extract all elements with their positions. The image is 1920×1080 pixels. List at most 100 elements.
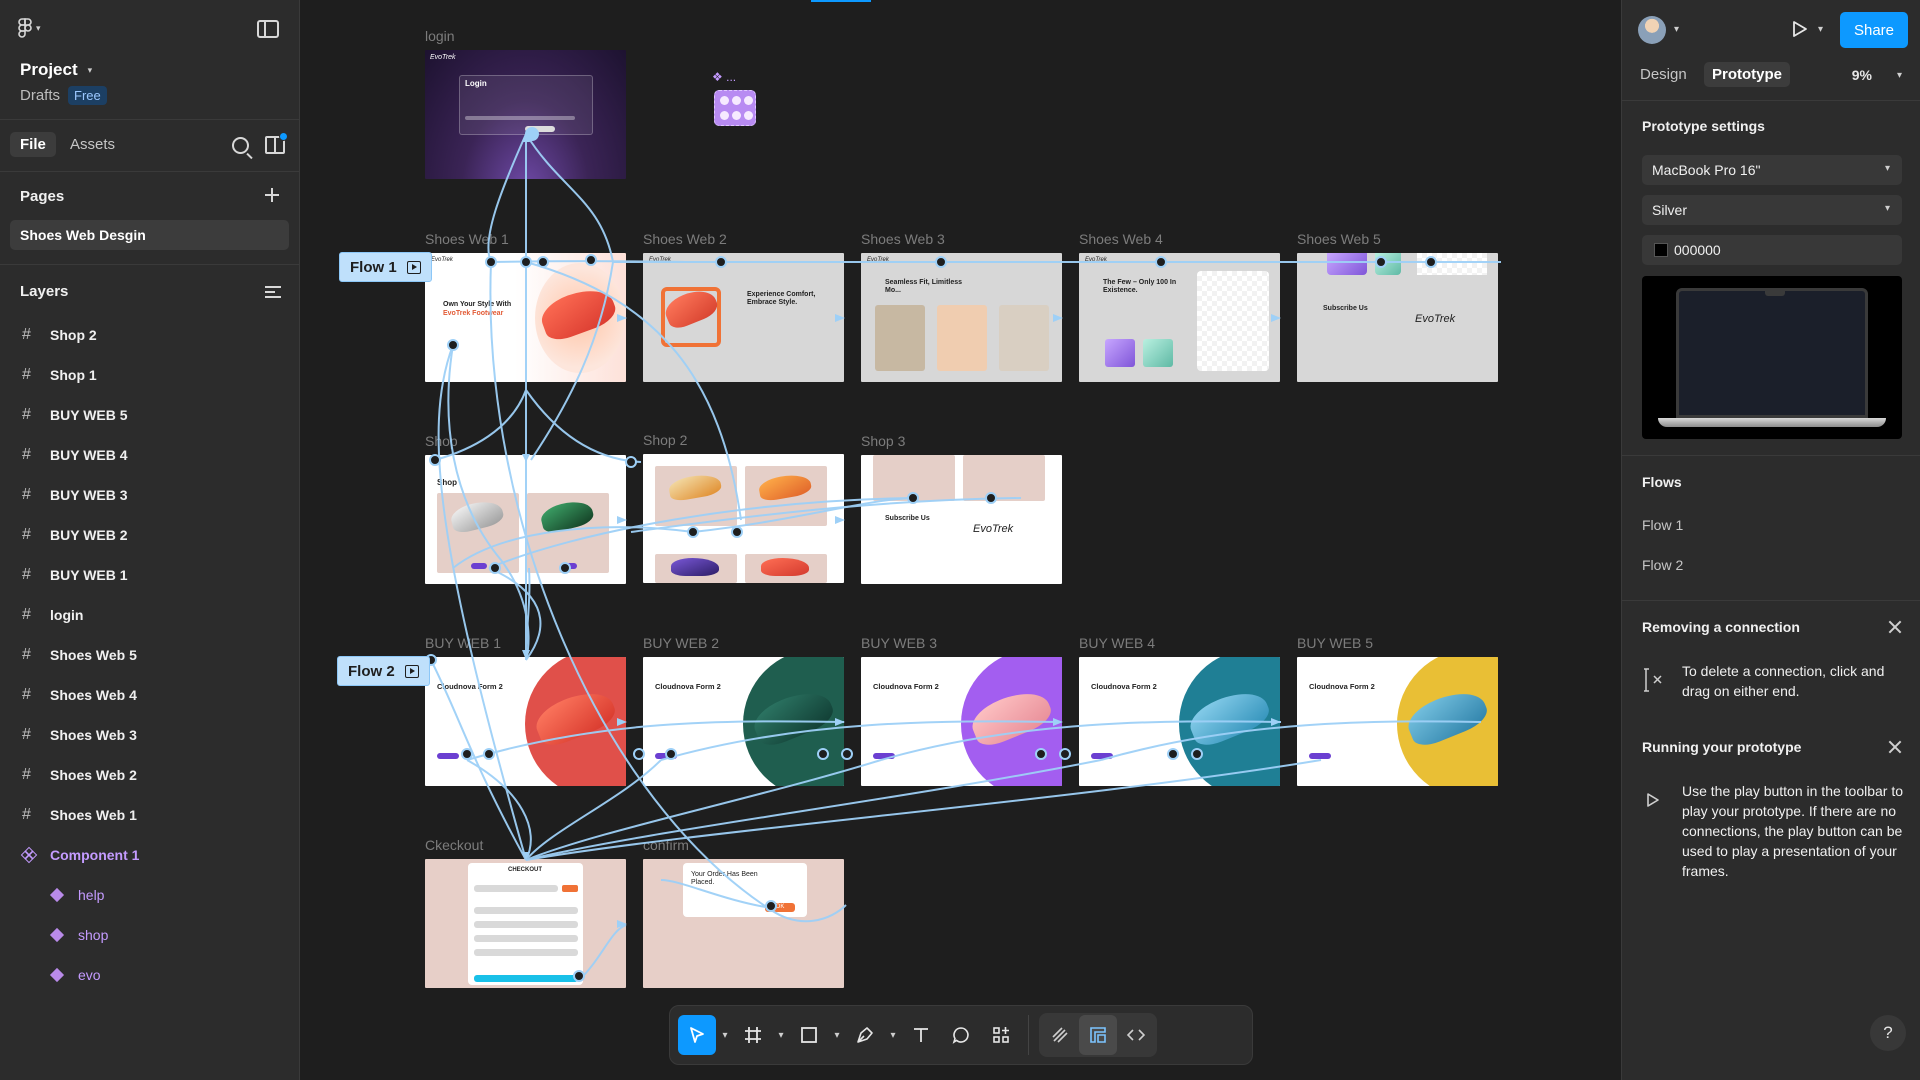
- comment-tool-button[interactable]: [942, 1015, 980, 1055]
- layer-label: Shoes Web 4: [50, 687, 137, 703]
- frame-icon: #: [22, 526, 31, 543]
- background-hex-value[interactable]: 000000: [1674, 242, 1721, 258]
- close-icon[interactable]: [1888, 740, 1902, 754]
- flow-list-item[interactable]: Flow 2: [1642, 557, 1683, 573]
- prototype-connections: [425, 127, 1501, 982]
- present-flow-icon[interactable]: [406, 260, 421, 274]
- chevron-down-icon[interactable]: ▾: [886, 1030, 900, 1041]
- sidebar-toggle-icon[interactable]: [257, 20, 279, 38]
- layer-label: Shop 1: [50, 367, 97, 383]
- frame-icon: #: [22, 646, 31, 663]
- layer-item[interactable]: # Shop 2: [0, 315, 299, 355]
- draw-mode-button[interactable]: [1041, 1015, 1079, 1055]
- device-select[interactable]: MacBook Pro 16" ▾: [1642, 155, 1902, 185]
- chevron-down-icon[interactable]: ▾: [830, 1030, 844, 1041]
- layer-label: Shoes Web 1: [50, 807, 137, 823]
- frame-icon: #: [22, 766, 31, 783]
- frame-icon: #: [22, 726, 31, 743]
- background-color-field[interactable]: 000000: [1642, 235, 1902, 265]
- move-tool-button[interactable]: [678, 1015, 716, 1055]
- frame-icon: #: [22, 406, 31, 423]
- flow-1-start[interactable]: Flow 1: [339, 252, 432, 282]
- layer-item[interactable]: # login: [0, 595, 299, 635]
- component-instance-icon: [49, 967, 65, 983]
- layer-item[interactable]: # Shoes Web 5: [0, 635, 299, 675]
- tab-file[interactable]: File: [10, 132, 56, 157]
- tip-run-title: Running your prototype: [1642, 739, 1802, 755]
- layer-item[interactable]: # BUY WEB 2: [0, 515, 299, 555]
- library-icon[interactable]: [265, 132, 288, 154]
- chevron-down-icon[interactable]: ▾: [1674, 24, 1679, 35]
- text-tool-button[interactable]: [902, 1015, 940, 1055]
- text-icon: [914, 1028, 928, 1042]
- color-swatch[interactable]: [1654, 243, 1668, 257]
- share-button[interactable]: Share: [1840, 12, 1908, 48]
- frame-tool-button[interactable]: [734, 1015, 772, 1055]
- layer-item[interactable]: # Shoes Web 3: [0, 715, 299, 755]
- play-icon[interactable]: [1792, 20, 1808, 38]
- pen-tool-button[interactable]: [846, 1015, 884, 1055]
- design-mode-icon: [1090, 1027, 1106, 1043]
- device-color-select[interactable]: Silver ▾: [1642, 195, 1902, 225]
- divider: [1622, 600, 1920, 601]
- frame-icon: #: [22, 606, 31, 623]
- add-page-icon[interactable]: [265, 188, 279, 202]
- tab-design[interactable]: Design: [1632, 62, 1695, 87]
- collapse-layers-icon[interactable]: [265, 286, 281, 298]
- frame-icon: #: [22, 806, 31, 823]
- tab-prototype[interactable]: Prototype: [1704, 62, 1791, 87]
- chevron-down-icon[interactable]: ▾: [1818, 24, 1823, 35]
- help-button[interactable]: ?: [1870, 1015, 1906, 1051]
- rectangle-tool-button[interactable]: [790, 1015, 828, 1055]
- flow-2-label: Flow 2: [348, 662, 395, 680]
- layer-item[interactable]: help: [0, 875, 299, 915]
- layer-item[interactable]: evo: [0, 955, 299, 995]
- chevron-down-icon: ▾: [36, 22, 41, 33]
- layer-item[interactable]: # BUY WEB 5: [0, 395, 299, 435]
- layer-item[interactable]: # Shoes Web 2: [0, 755, 299, 795]
- plan-badge[interactable]: Free: [68, 86, 107, 105]
- canvas[interactable]: login Shoes Web 1 Shoes Web 2 Shoes Web …: [301, 0, 1621, 1080]
- search-icon[interactable]: [232, 137, 249, 154]
- frame-icon: #: [22, 686, 31, 703]
- chevron-down-icon: ▾: [1884, 203, 1890, 214]
- zoom-level[interactable]: 9%: [1852, 67, 1872, 83]
- pen-icon: [857, 1027, 873, 1043]
- page-item-current[interactable]: Shoes Web Desgin: [10, 220, 289, 250]
- device-color-value: Silver: [1652, 202, 1688, 218]
- layer-label: BUY WEB 2: [50, 527, 128, 543]
- layer-item[interactable]: # Shoes Web 1: [0, 795, 299, 835]
- frame-icon: #: [22, 446, 31, 463]
- layer-item[interactable]: shop: [0, 915, 299, 955]
- layer-item[interactable]: # Shoes Web 4: [0, 675, 299, 715]
- main-menu-button[interactable]: ▾: [18, 18, 41, 38]
- pages-header: Pages: [0, 172, 299, 220]
- layer-label: BUY WEB 4: [50, 447, 128, 463]
- prototype-settings-title: Prototype settings: [1642, 118, 1765, 134]
- actions-tool-button[interactable]: [982, 1015, 1020, 1055]
- component-instance-icon: [49, 887, 65, 903]
- layer-item[interactable]: # BUY WEB 3: [0, 475, 299, 515]
- chevron-down-icon[interactable]: ▾: [774, 1030, 788, 1041]
- chevron-down-icon[interactable]: ▾: [1897, 70, 1902, 81]
- present-flow-icon[interactable]: [404, 664, 419, 678]
- rectangle-icon: [801, 1027, 817, 1043]
- flow-list-item[interactable]: Flow 1: [1642, 517, 1683, 533]
- tab-assets[interactable]: Assets: [60, 132, 125, 157]
- frame-icon: #: [22, 366, 31, 383]
- layer-item[interactable]: # BUY WEB 1: [0, 555, 299, 595]
- layer-item[interactable]: Component 1: [0, 835, 299, 875]
- avatar[interactable]: [1638, 16, 1666, 44]
- bottom-toolbar: ▾ ▾ ▾ ▾: [669, 1005, 1253, 1065]
- drafts-link[interactable]: Drafts: [20, 87, 60, 104]
- layer-item[interactable]: # BUY WEB 4: [0, 435, 299, 475]
- layer-label: Shop 2: [50, 327, 97, 343]
- project-name[interactable]: Project ▾: [20, 60, 92, 80]
- design-mode-button[interactable]: [1079, 1015, 1117, 1055]
- close-icon[interactable]: [1888, 620, 1902, 634]
- layer-item[interactable]: # Shop 1: [0, 355, 299, 395]
- dev-mode-button[interactable]: [1117, 1015, 1155, 1055]
- right-sidebar: ▾ ▾ Share Design Prototype 9% ▾ Prototyp…: [1621, 0, 1920, 1080]
- chevron-down-icon[interactable]: ▾: [718, 1030, 732, 1041]
- flow-2-start[interactable]: Flow 2: [337, 656, 430, 686]
